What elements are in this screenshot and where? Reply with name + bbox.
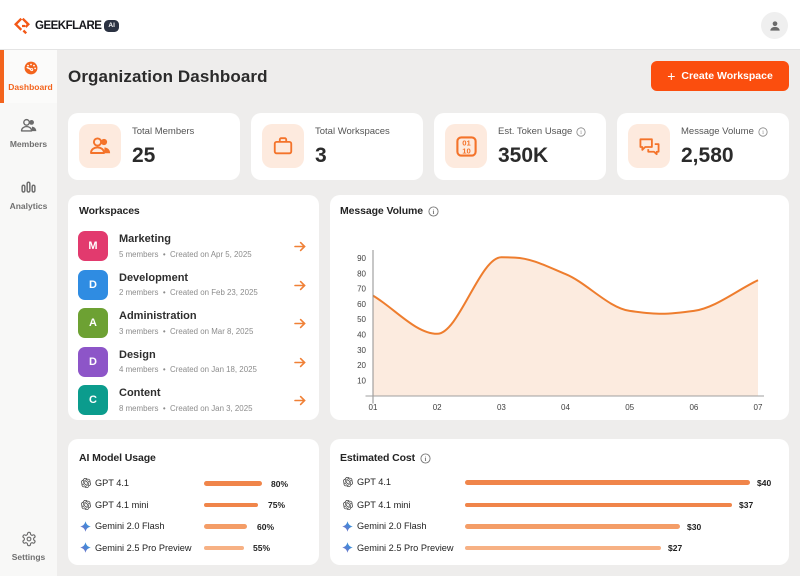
svg-text:04: 04 (561, 403, 570, 412)
svg-text:03: 03 (497, 403, 506, 412)
svg-text:50: 50 (357, 315, 366, 324)
svg-text:06: 06 (689, 403, 698, 412)
svg-text:30: 30 (357, 346, 366, 355)
svg-text:60: 60 (357, 300, 366, 309)
svg-text:10: 10 (462, 146, 471, 155)
svg-text:02: 02 (433, 403, 442, 412)
svg-text:i: i (580, 130, 582, 136)
svg-text:i: i (762, 130, 764, 136)
svg-text:10: 10 (357, 376, 366, 385)
svg-text:40: 40 (357, 331, 366, 340)
svg-text:07: 07 (754, 403, 763, 412)
svg-text:80: 80 (357, 269, 366, 278)
svg-text:i: i (425, 455, 427, 462)
svg-text:20: 20 (357, 361, 366, 370)
svg-text:70: 70 (357, 285, 366, 294)
svg-text:90: 90 (357, 254, 366, 263)
svg-text:01: 01 (369, 403, 378, 412)
svg-text:05: 05 (625, 403, 634, 412)
